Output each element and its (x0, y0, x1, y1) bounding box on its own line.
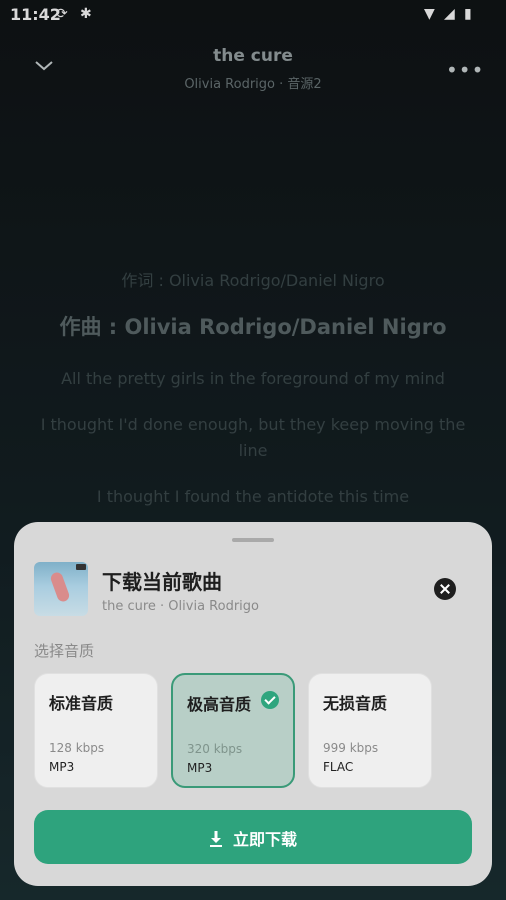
download-sheet: 下载当前歌曲 the cure · Olivia Rodrigo 选择音质 标准… (14, 522, 492, 886)
quality-option-high[interactable]: 极高音质 320 kbps MP3 (171, 673, 295, 788)
quality-format: MP3 (49, 760, 75, 774)
quality-bitrate: 999 kbps (323, 741, 379, 755)
quality-bitrate: 128 kbps (49, 741, 105, 755)
download-icon (209, 831, 222, 847)
quality-bitrate: 320 kbps (187, 742, 243, 756)
quality-name: 极高音质 (187, 695, 252, 714)
drag-handle[interactable] (232, 538, 274, 542)
check-circle-icon (261, 691, 279, 709)
quality-section-label: 选择音质 (34, 642, 95, 660)
close-icon[interactable] (434, 578, 456, 600)
album-cover (34, 562, 88, 616)
quality-format: MP3 (187, 761, 213, 775)
quality-name: 标准音质 (49, 694, 114, 713)
download-button-label: 立即下载 (232, 830, 297, 849)
quality-format: FLAC (323, 760, 354, 774)
sheet-title: 下载当前歌曲 (102, 570, 222, 594)
sheet-subtitle: the cure · Olivia Rodrigo (102, 599, 259, 614)
quality-option-lossless[interactable]: 无损音质 999 kbps FLAC (308, 673, 432, 788)
quality-option-standard[interactable]: 标准音质 128 kbps MP3 (34, 673, 158, 788)
download-now-button[interactable]: 立即下载 (34, 810, 472, 864)
quality-name: 无损音质 (323, 694, 388, 713)
